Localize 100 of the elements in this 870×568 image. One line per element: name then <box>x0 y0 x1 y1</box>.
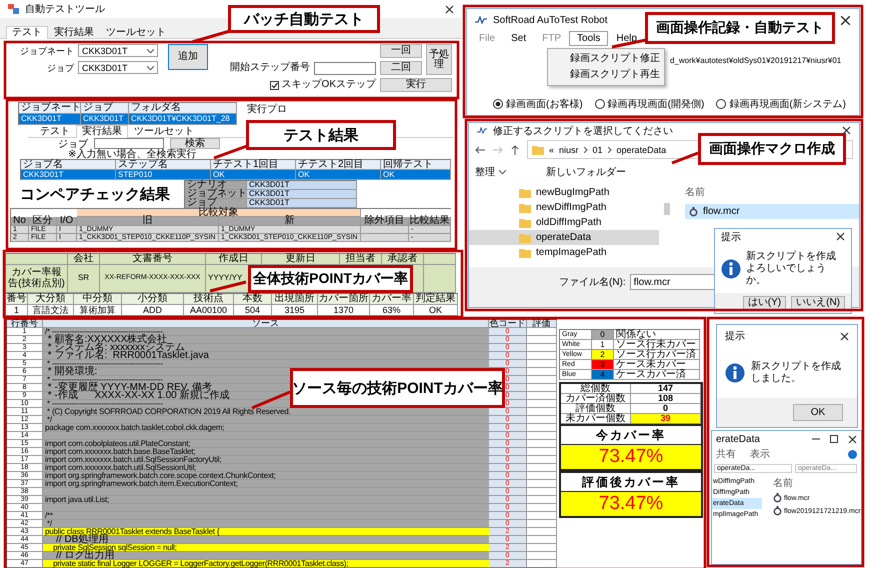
column-header: 技術点 <box>184 294 234 305</box>
column-header: 比較結果 <box>409 217 451 226</box>
gear-file-icon <box>773 506 782 516</box>
radio-option[interactable]: 録画再現画面(新システム) <box>716 97 846 111</box>
folder-item[interactable]: newDiffImgPath <box>469 200 659 215</box>
menu-item[interactable]: Help <box>608 31 645 46</box>
breadcrumb-item[interactable]: operateData <box>616 144 666 154</box>
organize-button[interactable]: 整理 <box>475 165 506 179</box>
color-swatch: 0 <box>592 330 614 340</box>
tab[interactable]: 実行結果 <box>76 125 128 138</box>
table-cell <box>6 254 68 265</box>
tab[interactable]: ツールセット <box>100 26 172 38</box>
ok-button[interactable]: OK <box>793 404 843 421</box>
breadcrumb-item[interactable]: niusr <box>559 144 579 154</box>
menu-item[interactable]: 録画スクリプト再生 <box>548 67 664 83</box>
tab[interactable]: テスト <box>34 125 76 137</box>
twice-button[interactable]: 二回 <box>380 61 422 75</box>
close-icon <box>836 232 845 241</box>
table-cell: AA00100 <box>184 305 234 316</box>
stat-label: 総個数 <box>561 384 631 394</box>
info-icon <box>721 258 741 278</box>
table-cell[interactable]: CKK3D01T <box>81 114 129 125</box>
table-cell: CKK3D01T <box>247 181 357 190</box>
table-cell[interactable]: CKK3D01T <box>19 114 81 125</box>
chevron-icon <box>608 146 612 152</box>
new-folder-button[interactable]: 新しいフォルダー <box>546 165 626 179</box>
window-title: 修正するスクリプトを選択してください <box>493 124 674 138</box>
mcr-file-entry[interactable]: flow.mcr <box>685 204 859 219</box>
dialog-button[interactable]: いいえ(N) <box>791 296 845 310</box>
dropdown[interactable]: CKK3D01T <box>78 61 158 74</box>
folder-item[interactable]: tempImagePath <box>469 245 659 260</box>
once-button[interactable]: 一回 <box>380 44 422 58</box>
tab[interactable]: テスト <box>6 26 48 39</box>
breadcrumb-item[interactable]: « <box>549 144 554 154</box>
tab[interactable]: 実行結果 <box>48 26 100 38</box>
dialog-button[interactable]: はい(Y) <box>742 296 786 310</box>
column-header: 会社 <box>68 254 100 265</box>
column-header: ジョブネート <box>19 103 81 114</box>
window-title: 自動テストツール <box>25 3 106 16</box>
app-icon <box>477 127 487 134</box>
rate-value: 73.47% <box>561 445 701 469</box>
table-cell: 63% <box>370 305 414 316</box>
table-cell[interactable]: STEP010 <box>116 170 211 180</box>
folder-icon <box>519 202 531 212</box>
callout: 画面操作記録・自動テスト <box>645 12 835 44</box>
menu-item[interactable]: Set <box>503 31 534 46</box>
column-header: 名前 <box>773 477 794 490</box>
ribbon-tab[interactable]: 表示 <box>750 447 770 461</box>
leader-line <box>192 30 230 44</box>
folder-item[interactable]: oldDiffImgPath <box>469 215 659 230</box>
dropdown[interactable]: CKK3D01T <box>78 44 158 57</box>
legend-text: ケース未カバー <box>614 360 700 370</box>
column-header: 大分類 <box>28 294 74 305</box>
preprocess-button[interactable]: 予処理 <box>426 44 452 75</box>
table-cell[interactable]: OK <box>211 170 296 180</box>
add-button[interactable]: 追加 <box>168 44 208 70</box>
path-text: d_work¥autotest¥oldSys01¥20191217¥niusr¥01 <box>670 56 842 65</box>
table-cell[interactable]: OK <box>296 170 381 180</box>
close-icon <box>848 434 857 444</box>
legend-text: ケースカバー済 <box>614 370 700 380</box>
column-header: ジョブ名 <box>21 160 116 170</box>
input-field[interactable] <box>314 62 376 74</box>
breadcrumb-item[interactable]: 01 <box>592 144 603 154</box>
stat-value: 147 <box>631 384 701 394</box>
table-cell[interactable]: CKK3D01T <box>21 170 116 180</box>
menu-item[interactable]: 録画スクリプト修正 <box>548 51 664 67</box>
table-cell: CKK3D01T <box>247 199 357 208</box>
close-icon <box>840 332 849 340</box>
menu-item[interactable]: Tools <box>569 31 608 46</box>
table-cell: 1370 <box>318 305 370 316</box>
dialog-title: 提示 <box>721 230 742 244</box>
table-cell[interactable]: OK <box>381 170 451 180</box>
folder-item[interactable]: operateData <box>469 230 659 245</box>
folder-item[interactable]: newBugImgPath <box>469 185 659 200</box>
column-header: カバー率 <box>370 294 414 305</box>
field-label: ジョブ <box>58 138 88 150</box>
table-cell: 算術加算 <box>74 305 122 316</box>
panel-label: 実行プロ <box>247 102 287 116</box>
table-cell: CKK3D01T <box>247 190 357 199</box>
callout: 画面操作マクロ作成 <box>698 133 846 165</box>
section-heading: コンペアチェック結果 <box>20 184 170 204</box>
column-header: 番号 <box>6 294 28 305</box>
column-header: 小分類 <box>122 294 184 305</box>
leader-line <box>213 144 248 160</box>
column-header: No <box>11 217 29 226</box>
input-field[interactable] <box>94 138 164 149</box>
radio-option[interactable]: 録画画面(お客様) <box>493 97 583 111</box>
legend-text: 関係ない <box>614 330 700 340</box>
up-arrow-icon <box>511 144 519 154</box>
table-cell[interactable]: CKK3D01T¥CKK3D01T_28 <box>129 114 237 125</box>
ribbon-tab[interactable]: 共有 <box>716 447 736 461</box>
search-button[interactable]: 検索 <box>170 138 220 149</box>
scrollbar-thumb-icon <box>664 203 670 215</box>
note-text: ※入力無い場合、全検索実行 <box>68 149 196 160</box>
radio-option[interactable]: 録画再現画面(開発側) <box>594 97 704 111</box>
app-icon <box>475 16 487 24</box>
run-button[interactable]: 実行 <box>380 78 452 92</box>
table-cell: 1 <box>6 305 28 316</box>
field-label: ジョブネット <box>185 190 247 199</box>
tab[interactable]: ツールセット <box>128 125 200 137</box>
